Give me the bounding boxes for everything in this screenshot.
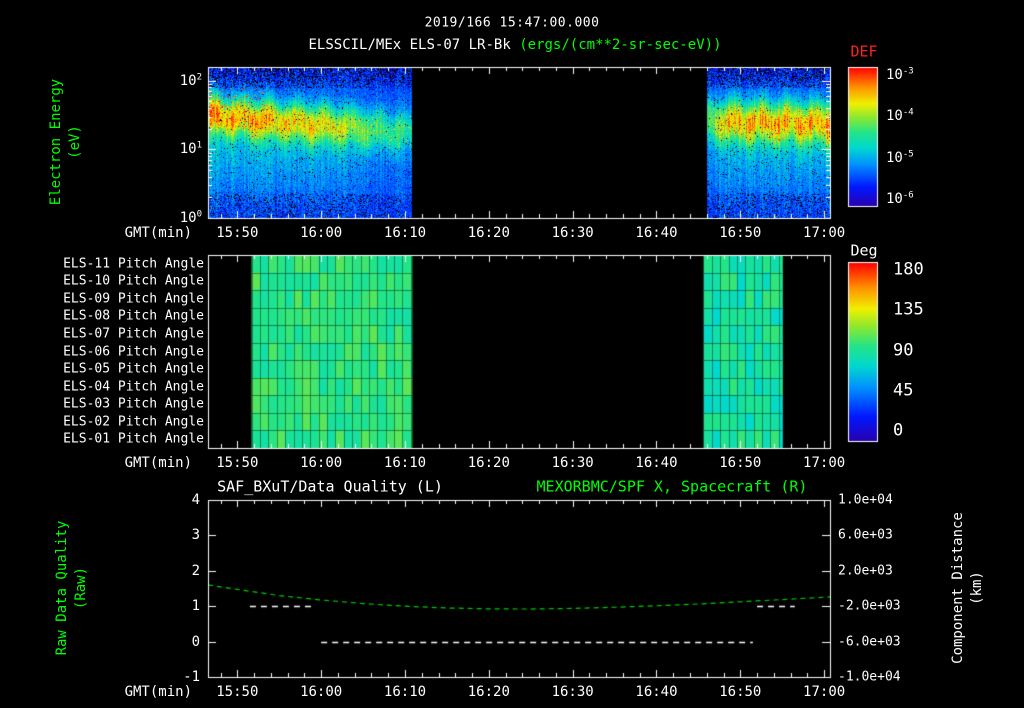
pitch-row-label: ELS-08 Pitch Angle bbox=[63, 310, 204, 323]
time-tick-label: 16:00 bbox=[300, 226, 342, 240]
energy-tick-label: 100 bbox=[180, 211, 202, 225]
time-tick-label: 16:00 bbox=[300, 685, 342, 699]
axis-label-line: Component Distance bbox=[949, 512, 968, 664]
time-tick-label: 16:50 bbox=[719, 685, 761, 699]
distance-axis-label: Component Distance (km) bbox=[949, 512, 987, 664]
plot-title: ELSSCIL/MEx ELS-07 LR-Bk bbox=[308, 37, 510, 53]
bottom-left-title: SAF_BXuT/Data Quality (L) bbox=[217, 480, 443, 495]
def-colorbar-title: DEF bbox=[850, 45, 877, 60]
def-tick-label: 10-4 bbox=[886, 109, 914, 123]
quality-tick-label: -1 bbox=[183, 670, 200, 684]
distance-tick-label: -6.0e+03 bbox=[838, 635, 901, 648]
time-tick-label: 16:00 bbox=[300, 456, 342, 470]
time-tick-label: 17:00 bbox=[803, 685, 845, 699]
axis-label-line: Electron Energy bbox=[47, 79, 66, 205]
gmt-axis-label: GMT(min) bbox=[125, 456, 192, 470]
time-tick-label: 16:20 bbox=[468, 685, 510, 699]
time-tick-label: 15:50 bbox=[216, 685, 258, 699]
electron-energy-axis-label: Electron Energy (eV) bbox=[47, 79, 85, 205]
units-label: (ergs/(cm**2-sr-sec-eV)) bbox=[519, 37, 721, 53]
time-tick-label: 17:00 bbox=[803, 226, 845, 240]
timestamp: 2019/166 15:47:00.000 bbox=[425, 17, 600, 30]
pitch-row-label: ELS-09 Pitch Angle bbox=[63, 292, 204, 305]
axis-label-line: (Raw) bbox=[72, 521, 91, 656]
distance-tick-label: 1.0e+04 bbox=[838, 494, 893, 507]
energy-tick-label: 102 bbox=[180, 74, 202, 88]
time-tick-label: 16:10 bbox=[384, 226, 426, 240]
quality-tick-label: 0 bbox=[192, 635, 200, 649]
pitch-row-label: ELS-06 Pitch Angle bbox=[63, 345, 204, 358]
gmt-axis-label: GMT(min) bbox=[125, 226, 192, 240]
pitch-row-label: ELS-01 Pitch Angle bbox=[63, 433, 204, 446]
time-tick-label: 16:30 bbox=[552, 685, 594, 699]
time-tick-label: 16:30 bbox=[552, 226, 594, 240]
deg-tick-label: 180 bbox=[893, 262, 924, 279]
distance-tick-label: -1.0e+04 bbox=[838, 671, 901, 684]
distance-tick-label: 6.0e+03 bbox=[838, 529, 893, 542]
axis-label-line: (eV) bbox=[66, 79, 85, 205]
time-tick-label: 15:50 bbox=[216, 456, 258, 470]
pitch-row-label: ELS-03 Pitch Angle bbox=[63, 398, 204, 411]
def-tick-label: 10-3 bbox=[886, 68, 914, 82]
def-tick-label: 10-5 bbox=[886, 151, 914, 165]
deg-tick-label: 90 bbox=[893, 342, 913, 359]
distance-tick-label: 2.0e+03 bbox=[838, 564, 893, 577]
time-tick-label: 16:20 bbox=[468, 456, 510, 470]
quality-tick-label: 1 bbox=[192, 599, 200, 613]
deg-colorbar-title: Deg bbox=[850, 244, 877, 259]
quality-tick-label: 4 bbox=[192, 493, 200, 507]
deg-tick-label: 135 bbox=[893, 302, 924, 319]
energy-tick-label: 101 bbox=[180, 142, 202, 156]
time-tick-label: 15:50 bbox=[216, 226, 258, 240]
time-tick-label: 16:40 bbox=[635, 685, 677, 699]
axis-label-line: (km) bbox=[968, 512, 987, 664]
gmt-axis-label: GMT(min) bbox=[125, 685, 192, 699]
time-tick-label: 16:50 bbox=[719, 226, 761, 240]
def-tick-label: 10-6 bbox=[886, 192, 914, 206]
quality-tick-label: 3 bbox=[192, 528, 200, 542]
time-tick-label: 16:40 bbox=[635, 226, 677, 240]
deg-tick-label: 0 bbox=[893, 423, 903, 440]
pitch-row-label: ELS-04 Pitch Angle bbox=[63, 380, 204, 393]
distance-tick-label: -2.0e+03 bbox=[838, 600, 901, 613]
time-tick-label: 16:10 bbox=[384, 456, 426, 470]
time-tick-label: 16:20 bbox=[468, 226, 510, 240]
time-tick-label: 16:10 bbox=[384, 685, 426, 699]
plot-title-row: ELSSCIL/MEx ELS-07 LR-Bk (ergs/(cm**2-sr… bbox=[308, 38, 721, 52]
axis-label-line: Raw Data Quality bbox=[53, 521, 72, 656]
pitch-row-label: ELS-05 Pitch Angle bbox=[63, 363, 204, 376]
pitch-row-label: ELS-10 Pitch Angle bbox=[63, 275, 204, 288]
quality-tick-label: 2 bbox=[192, 564, 200, 578]
pitch-row-label: ELS-07 Pitch Angle bbox=[63, 327, 204, 340]
bottom-right-title: MEXORBMC/SPF X, Spacecraft (R) bbox=[537, 480, 808, 495]
quality-axis-label: Raw Data Quality (Raw) bbox=[53, 521, 91, 656]
pitch-row-label: ELS-02 Pitch Angle bbox=[63, 415, 204, 428]
time-tick-label: 17:00 bbox=[803, 456, 845, 470]
time-tick-label: 16:30 bbox=[552, 456, 594, 470]
deg-tick-label: 45 bbox=[893, 382, 913, 399]
time-tick-label: 16:50 bbox=[719, 456, 761, 470]
time-tick-label: 16:40 bbox=[635, 456, 677, 470]
screen: 2019/166 15:47:00.000 ELSSCIL/MEx ELS-07… bbox=[0, 0, 1024, 708]
pitch-row-label: ELS-11 Pitch Angle bbox=[63, 257, 204, 270]
